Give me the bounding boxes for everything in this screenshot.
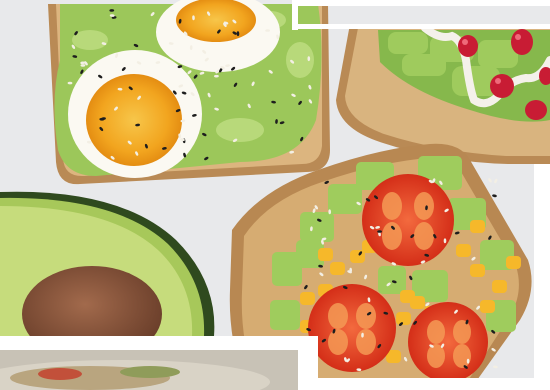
bottom-photo-strip [0, 346, 310, 390]
egg-yolk-top [176, 0, 256, 42]
food-photo [0, 0, 550, 390]
egg-avocado-toast [48, 0, 330, 185]
